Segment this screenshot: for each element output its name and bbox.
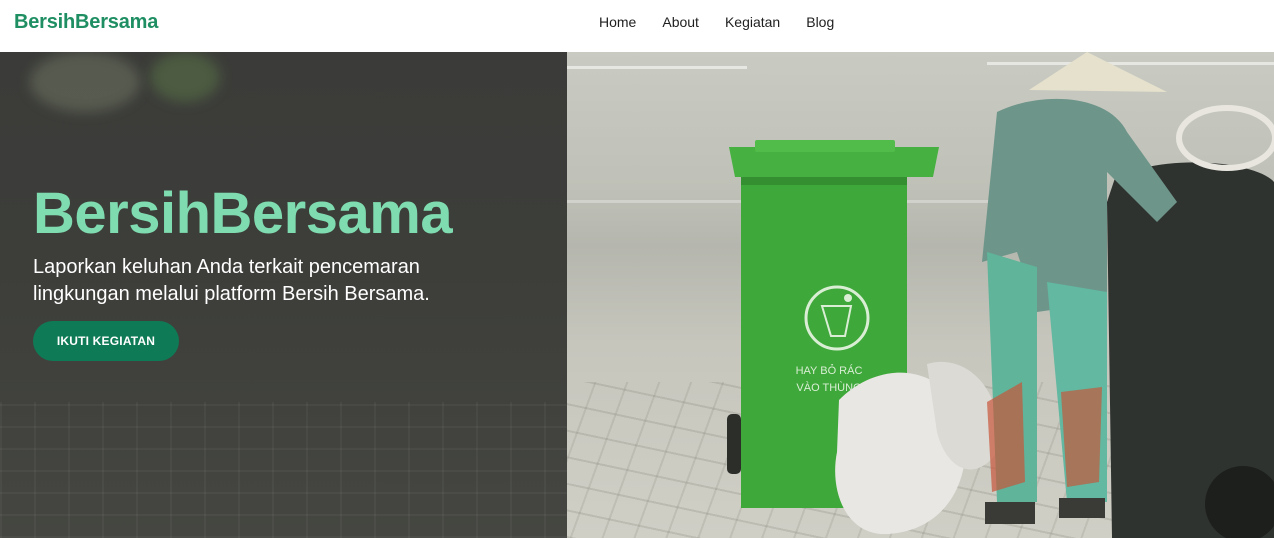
nav-link-kegiatan[interactable]: Kegiatan [725,14,780,30]
trash-scene-illustration: HAY BỎ RÁC VÀO THÙNG [727,52,1274,538]
background-blur-shape [150,52,220,102]
join-activity-button[interactable]: IKUTI KEGIATAN [33,321,179,361]
background-pavement [0,402,567,538]
background-blur-shape [30,52,140,112]
nav-link-blog[interactable]: Blog [806,14,834,30]
plastic-bags [835,361,999,535]
hero-section: BersihBersama Laporkan keluhan Anda terk… [0,52,1274,538]
brand-logo-link[interactable]: BersihBersama [14,11,158,34]
hero-photo: HAY BỎ RÁC VÀO THÙNG [567,52,1274,538]
hero-description: Laporkan keluhan Anda terkait pencemaran… [33,256,430,305]
nav-link-home[interactable]: Home [599,14,636,30]
bin-label-line1: HAY BỎ RÁC [796,364,863,377]
navbar: BersihBersama Home About Kegiatan Blog [0,0,1274,52]
hero-dark-overlay: BersihBersama Laporkan keluhan Anda terk… [0,52,567,538]
main-nav: Home About Kegiatan Blog [599,14,834,30]
hero-title: BersihBersama [33,181,453,246]
nav-link-about[interactable]: About [662,14,699,30]
